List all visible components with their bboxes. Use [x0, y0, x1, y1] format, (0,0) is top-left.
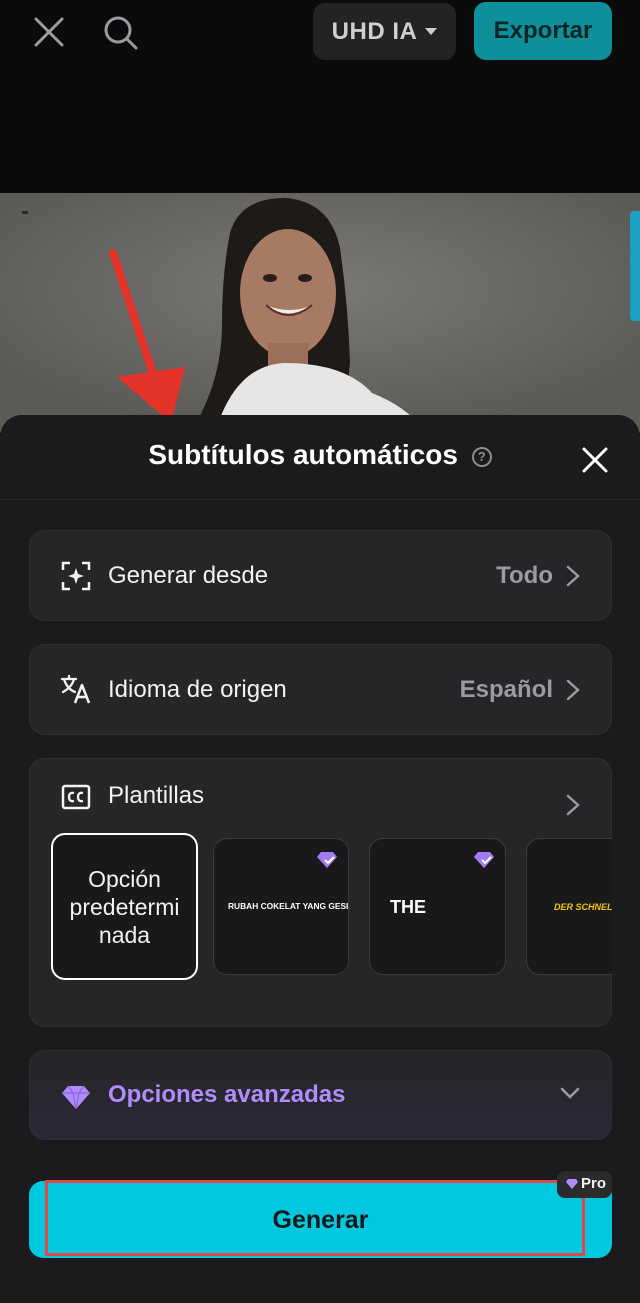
- template-der-schnelle-label: DER SCHNELLE B: [554, 902, 612, 912]
- source-language-label: Idioma de origen: [108, 676, 287, 703]
- annotation-arrow: [109, 249, 185, 423]
- source-language-value: Español: [459, 676, 553, 703]
- chevron-right-icon: [566, 565, 580, 587]
- side-handle[interactable]: [630, 211, 640, 321]
- template-default-label: Opción predetermi nada: [69, 865, 180, 948]
- caret-down-icon: [425, 28, 438, 35]
- advanced-options-label: Opciones avanzadas: [108, 1081, 346, 1108]
- generate-from-value: Todo: [496, 562, 553, 589]
- quality-label: UHD IA: [331, 17, 418, 45]
- video-preview[interactable]: [0, 193, 640, 433]
- generate-from-label: Generar desde: [108, 562, 269, 589]
- source-language-row[interactable]: Idioma de origen Español: [29, 644, 612, 735]
- close-icon[interactable]: [580, 445, 610, 475]
- advanced-options-row[interactable]: Opciones avanzadas: [29, 1050, 612, 1140]
- generate-from-row[interactable]: Generar desde Todo: [29, 530, 612, 621]
- ai-frame-icon: [61, 561, 91, 591]
- export-button[interactable]: Exportar: [474, 2, 612, 60]
- help-icon[interactable]: ?: [471, 446, 492, 467]
- diamond-icon: [62, 1085, 90, 1110]
- chevron-right-icon: [566, 679, 580, 701]
- template-card-default[interactable]: Opción predetermi nada: [51, 833, 198, 980]
- template-card-the[interactable]: THE: [369, 838, 506, 975]
- annotation-highlight-box: [45, 1180, 585, 1256]
- template-rubah-label: RUBAH COKELAT YANG GESIT: [228, 901, 349, 911]
- chevron-down-icon: [560, 1087, 580, 1099]
- chevron-right-icon[interactable]: [565, 793, 581, 817]
- sheet-title-text: Subtítulos automáticos: [148, 439, 458, 470]
- translate-icon: [60, 674, 91, 704]
- closed-caption-icon: [61, 784, 91, 810]
- template-card-rubah[interactable]: RUBAH COKELAT YANG GESIT: [213, 838, 349, 975]
- template-the-label: THE: [390, 897, 426, 917]
- diamond-icon: [474, 852, 494, 868]
- divider: [0, 499, 640, 500]
- close-icon[interactable]: [31, 14, 67, 50]
- pro-badge-label: Pro: [581, 1175, 607, 1192]
- template-card-der-schnelle[interactable]: DER SCHNELLE B: [526, 838, 612, 975]
- templates-label: Plantillas: [108, 782, 205, 809]
- top-bar: UHD IA Exportar: [0, 0, 640, 70]
- video-frame-image: [0, 193, 640, 433]
- diamond-icon: [317, 852, 337, 868]
- export-label: Exportar: [493, 17, 593, 44]
- quality-selector[interactable]: UHD IA: [313, 3, 456, 60]
- sheet-title: Subtítulos automáticos ?: [0, 439, 640, 471]
- diamond-icon: [566, 1179, 578, 1189]
- pro-badge: Pro: [557, 1171, 612, 1198]
- search-icon[interactable]: [102, 14, 138, 50]
